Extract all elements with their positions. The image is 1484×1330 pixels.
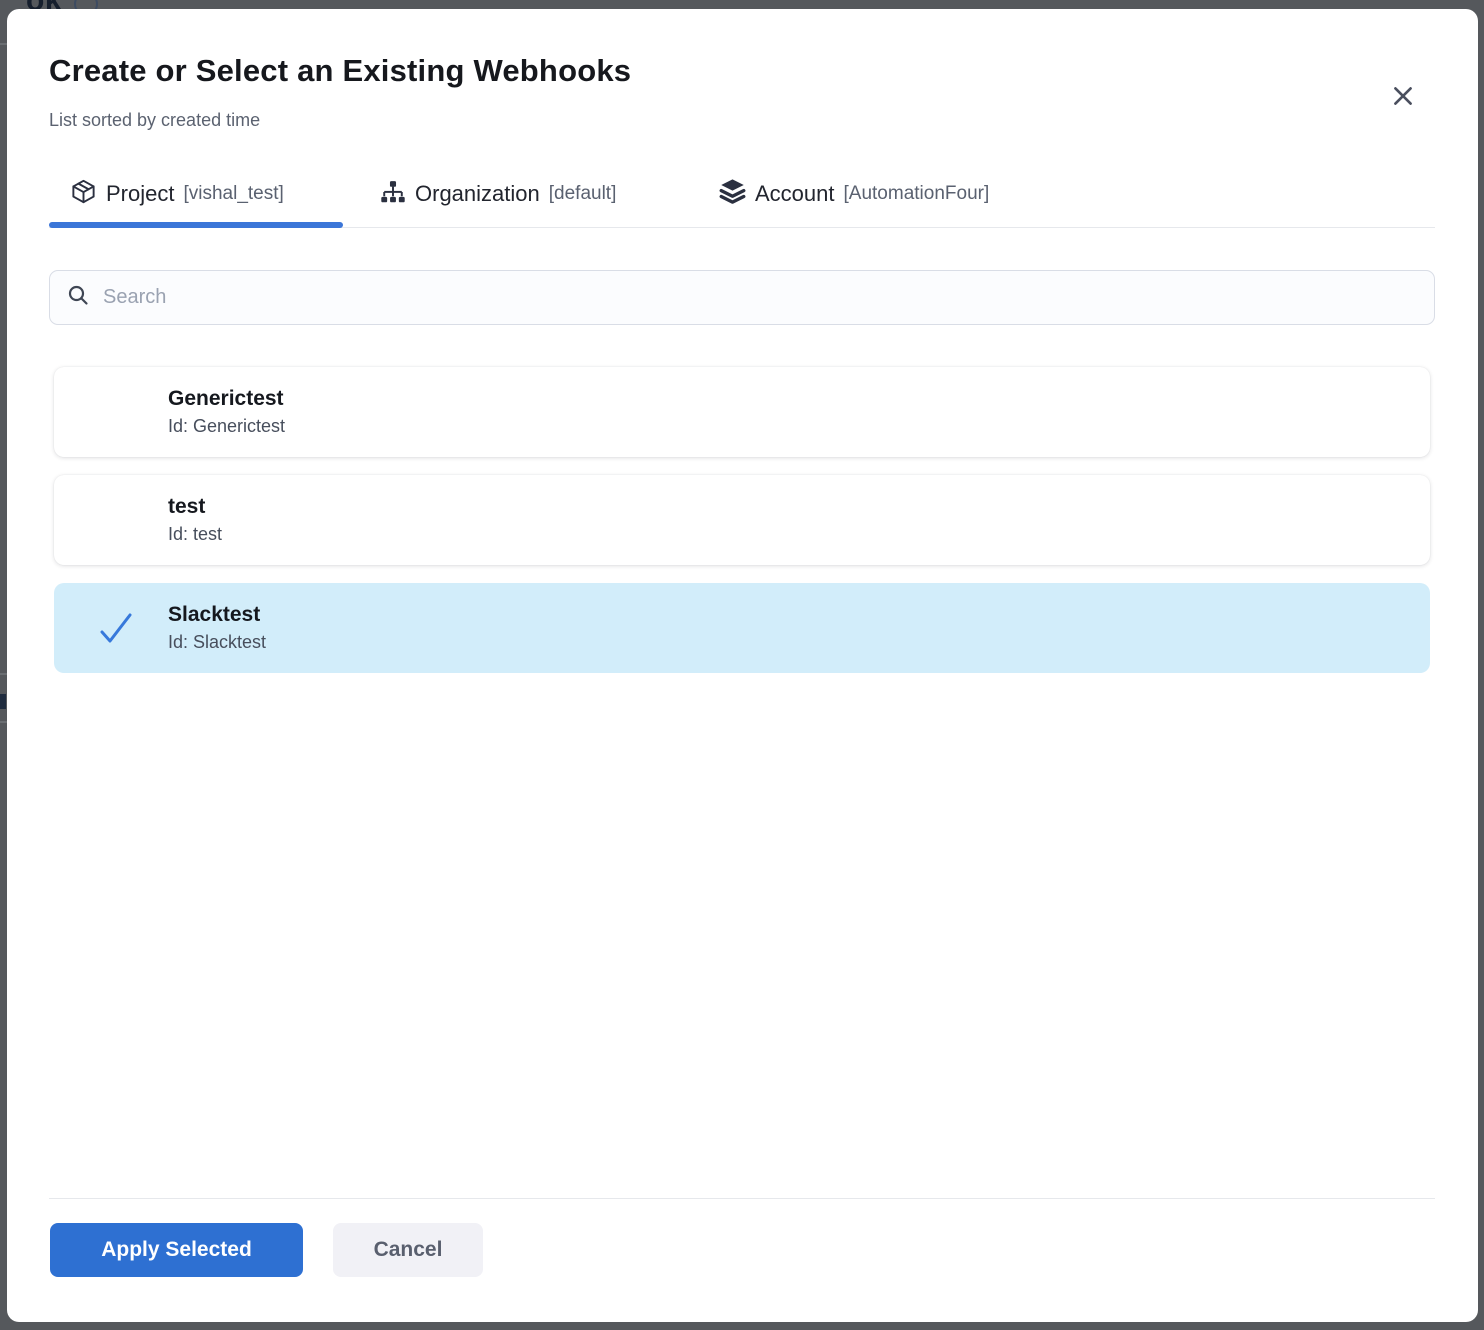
item-title: Generictest [168,387,1430,411]
background-divider [0,673,7,675]
tab-organization-label: Organization [415,181,540,207]
item-title: Slacktest [168,603,1430,627]
item-id: Id: test [168,524,1430,545]
layers-icon [719,178,746,210]
item-id: Id: Generictest [168,416,1430,437]
tab-organization-context: [default] [549,183,617,205]
tab-organization[interactable]: Organization [default] [380,161,661,227]
dialog-subtitle: List sorted by created time [49,110,260,131]
tab-account-context: [AutomationFour] [844,183,990,205]
footer-divider [49,1198,1435,1199]
sitemap-icon [380,179,406,210]
background-divider [0,43,7,45]
tab-project-label: Project [106,181,174,207]
item-id: Id: Slacktest [168,632,1430,653]
background-divider [0,721,7,723]
close-button[interactable] [1385,79,1421,115]
item-title: test [168,495,1430,519]
webhooks-list: Generictest Id: Generictest test Id: tes… [54,367,1430,673]
background-accent-block [0,694,6,709]
apply-selected-button[interactable]: Apply Selected [50,1223,303,1277]
cancel-button[interactable]: Cancel [333,1223,483,1277]
list-item-test[interactable]: test Id: test [54,475,1430,565]
tab-account[interactable]: Account [AutomationFour] [719,161,1049,227]
list-item-slacktest[interactable]: Slacktest Id: Slacktest [54,583,1430,673]
tab-project-context: [vishal_test] [183,183,283,205]
check-icon [95,607,137,654]
package-icon [70,178,97,210]
tab-account-label: Account [755,181,835,207]
search-input[interactable] [103,286,1418,309]
close-icon [1390,83,1416,112]
scope-tabs: Project [vishal_test] Organization [defa [49,161,1435,228]
tab-project[interactable]: Project [vishal_test] [49,161,343,227]
list-item-generictest[interactable]: Generictest Id: Generictest [54,367,1430,457]
webhooks-dialog: Create or Select an Existing Webhooks Li… [7,9,1478,1322]
dialog-title: Create or Select an Existing Webhooks [49,53,631,89]
search-icon [66,283,90,312]
search-box [49,270,1435,325]
